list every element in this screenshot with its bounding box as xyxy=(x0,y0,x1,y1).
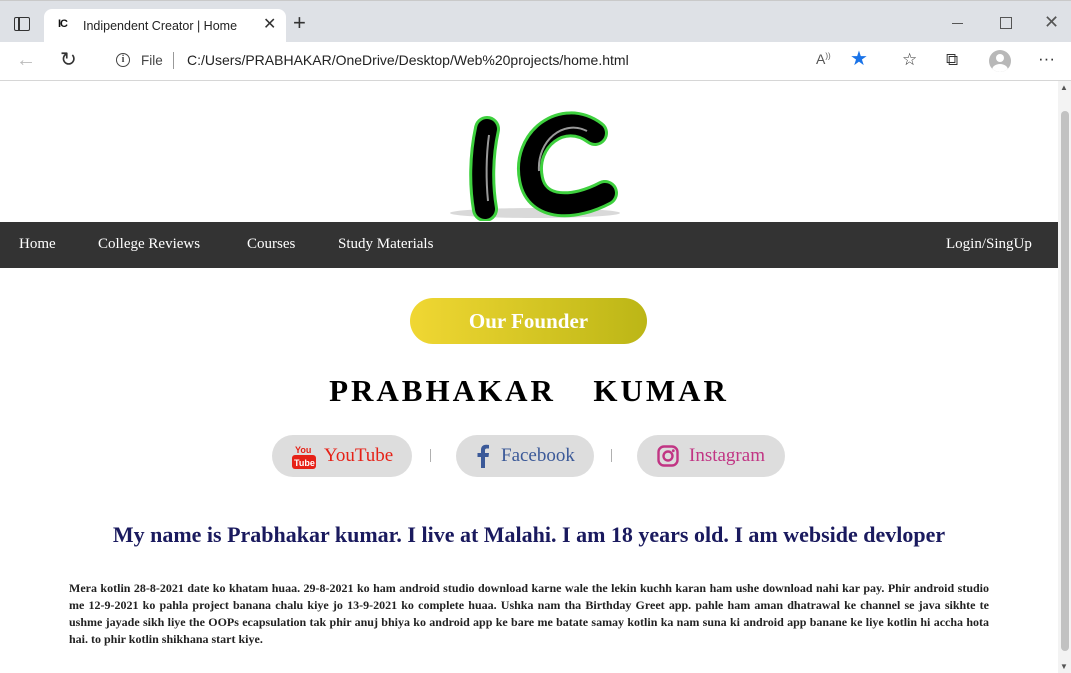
maximize-icon[interactable] xyxy=(1000,17,1012,29)
address-bar[interactable]: i File C:/Users/PRABHAKAR/OneDrive/Deskt… xyxy=(100,46,883,76)
nav-item-courses[interactable]: Courses xyxy=(247,236,295,253)
site-logo xyxy=(450,111,620,221)
instagram-label: Instagram xyxy=(689,445,765,466)
svg-text:You: You xyxy=(295,445,311,455)
facebook-link[interactable]: Facebook xyxy=(456,435,594,477)
svg-text:Tube: Tube xyxy=(294,458,315,468)
facebook-icon xyxy=(477,444,489,468)
tab-title: Indipendent Creator | Home xyxy=(83,19,238,33)
scroll-up-icon[interactable]: ▲ xyxy=(1060,83,1068,92)
profile-avatar[interactable] xyxy=(989,50,1011,72)
scroll-thumb[interactable] xyxy=(1061,111,1069,651)
facebook-label: Facebook xyxy=(501,445,575,466)
main-navbar: Home College Reviews Courses Study Mater… xyxy=(0,222,1058,268)
address-url[interactable]: C:/Users/PRABHAKAR/OneDrive/Desktop/Web%… xyxy=(187,52,629,68)
nav-item-college-reviews[interactable]: College Reviews xyxy=(98,236,200,253)
favicon-icon: IC xyxy=(58,18,68,30)
browser-toolbar: ← ↻ i File C:/Users/PRABHAKAR/OneDrive/D… xyxy=(0,42,1071,81)
window-close-icon[interactable]: ✕ xyxy=(1044,12,1059,32)
instagram-icon xyxy=(657,445,679,467)
new-tab-icon[interactable]: + xyxy=(293,12,306,34)
youtube-icon: You Tube xyxy=(292,445,316,469)
address-scheme: File xyxy=(141,53,163,68)
youtube-label: YouTube xyxy=(324,445,394,466)
minimize-icon[interactable] xyxy=(952,23,963,24)
page-viewport: IC Home College Reviews Courses Study Ma… xyxy=(0,81,1058,673)
address-divider xyxy=(173,52,174,69)
founder-name: PRABHAKAR KUMAR xyxy=(329,373,729,408)
nav-item-home[interactable]: Home xyxy=(19,236,56,253)
favorite-star-icon[interactable]: ★ xyxy=(850,48,868,70)
separator: | xyxy=(610,447,614,463)
info-icon[interactable]: i xyxy=(116,53,130,67)
collections-icon[interactable]: ⧉ xyxy=(946,49,958,71)
read-aloud-icon[interactable]: A)) xyxy=(816,51,831,67)
login-signup-link[interactable]: Login/SingUp xyxy=(946,236,1032,253)
intro-heading: My name is Prabhakar kumar. I live at Ma… xyxy=(112,522,946,547)
page-scrollbar[interactable]: ▲ ▼ xyxy=(1058,81,1071,673)
favorites-icon[interactable]: ☆ xyxy=(902,49,917,71)
reload-icon[interactable]: ↻ xyxy=(60,49,77,71)
nav-item-study-materials[interactable]: Study Materials xyxy=(338,236,433,253)
tab-actions-icon[interactable] xyxy=(14,17,30,31)
browser-tab-bar: IC Indipendent Creator | Home ✕ + ✕ xyxy=(0,0,1071,43)
our-founder-button[interactable]: Our Founder xyxy=(410,298,647,344)
more-icon[interactable]: ··· xyxy=(1038,48,1055,70)
close-icon[interactable]: ✕ xyxy=(263,16,276,34)
browser-tab[interactable]: IC Indipendent Creator | Home ✕ xyxy=(44,9,286,43)
bio-paragraph: Mera kotlin 28-8-2021 date ko khatam hua… xyxy=(69,581,989,646)
instagram-link[interactable]: Instagram xyxy=(637,435,785,477)
youtube-link[interactable]: You Tube YouTube xyxy=(272,435,412,477)
separator: | xyxy=(429,447,433,463)
scroll-down-icon[interactable]: ▼ xyxy=(1060,662,1068,671)
back-icon[interactable]: ← xyxy=(16,50,36,70)
